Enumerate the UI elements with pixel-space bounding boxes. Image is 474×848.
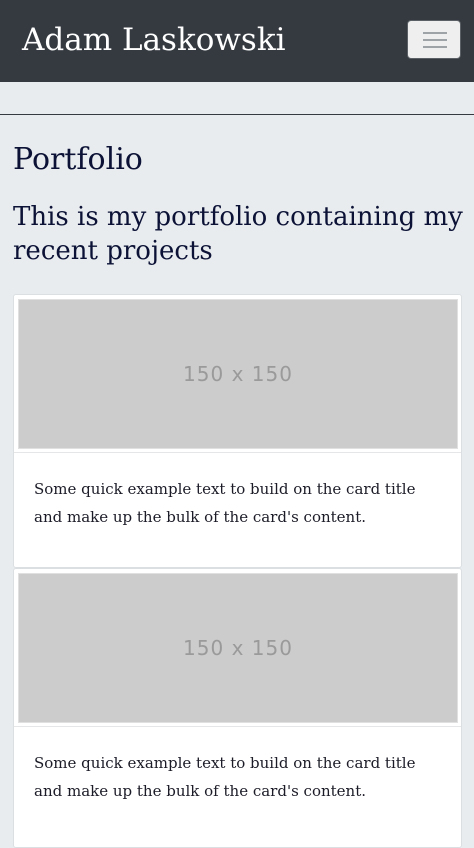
hamburger-menu-icon (423, 39, 447, 41)
portfolio-card[interactable]: 150 x 150 Some quick example text to bui… (13, 294, 462, 568)
card-separator (14, 726, 461, 727)
portfolio-card[interactable]: 150 x 150 Some quick example text to bui… (13, 568, 462, 848)
navbar-toggler-button[interactable] (407, 20, 461, 59)
page-subtitle: This is my portfolio containing my recen… (13, 202, 463, 266)
card-text: Some quick example text to build on the … (34, 480, 416, 526)
card-image-label: 150 x 150 (183, 362, 293, 386)
navbar-brand[interactable]: Adam Laskowski (22, 18, 286, 62)
card-separator (14, 452, 461, 453)
hamburger-menu-icon (423, 46, 447, 48)
card-text: Some quick example text to build on the … (34, 754, 416, 800)
page-title: Portfolio (13, 142, 143, 177)
navbar: Adam Laskowski (0, 0, 474, 82)
card-image-placeholder: 150 x 150 (18, 299, 458, 449)
card-image-placeholder: 150 x 150 (18, 573, 458, 723)
card-image-label: 150 x 150 (183, 636, 293, 660)
header-divider (0, 114, 474, 115)
hamburger-menu-icon (423, 32, 447, 34)
